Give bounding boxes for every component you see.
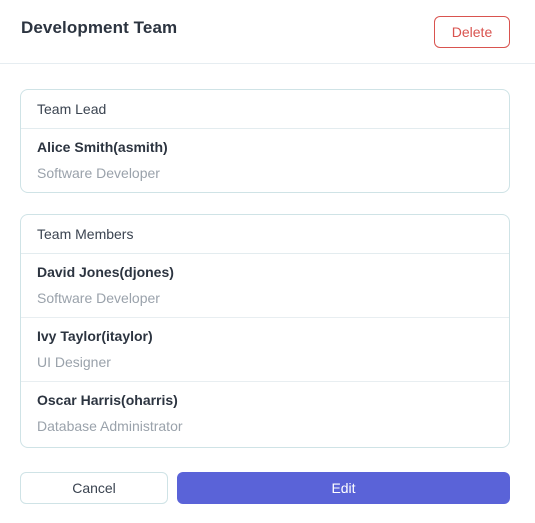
team-members-card: Team Members David Jones(djones) Softwar… xyxy=(20,214,510,448)
person-name: Ivy Taylor(itaylor) xyxy=(37,328,153,344)
person-name: Oscar Harris(oharris) xyxy=(37,392,178,408)
person-name: David Jones(djones) xyxy=(37,264,174,280)
delete-button[interactable]: Delete xyxy=(434,16,510,48)
person-role: UI Designer xyxy=(37,354,111,370)
page-title: Development Team xyxy=(21,18,178,37)
team-members-section-title: Team Members xyxy=(21,215,509,254)
team-lead-section-title: Team Lead xyxy=(21,90,509,129)
list-item: Oscar Harris(oharris) Database Administr… xyxy=(21,382,509,446)
team-lead-card: Team Lead Alice Smith(asmith) Software D… xyxy=(20,89,510,193)
person-role: Software Developer xyxy=(37,290,160,306)
person-role: Database Administrator xyxy=(37,418,183,434)
list-item: David Jones(djones) Software Developer xyxy=(21,254,509,318)
list-item: Alice Smith(asmith) Software Developer xyxy=(21,129,509,192)
person-name: Alice Smith(asmith) xyxy=(37,139,168,155)
team-detail-dialog: Development Team Delete Team Lead Alice … xyxy=(0,0,535,523)
edit-button[interactable]: Edit xyxy=(177,472,510,504)
dialog-header: Development Team Delete xyxy=(0,0,535,64)
person-role: Software Developer xyxy=(37,165,160,181)
list-item: Ivy Taylor(itaylor) UI Designer xyxy=(21,318,509,382)
cancel-button[interactable]: Cancel xyxy=(20,472,168,504)
